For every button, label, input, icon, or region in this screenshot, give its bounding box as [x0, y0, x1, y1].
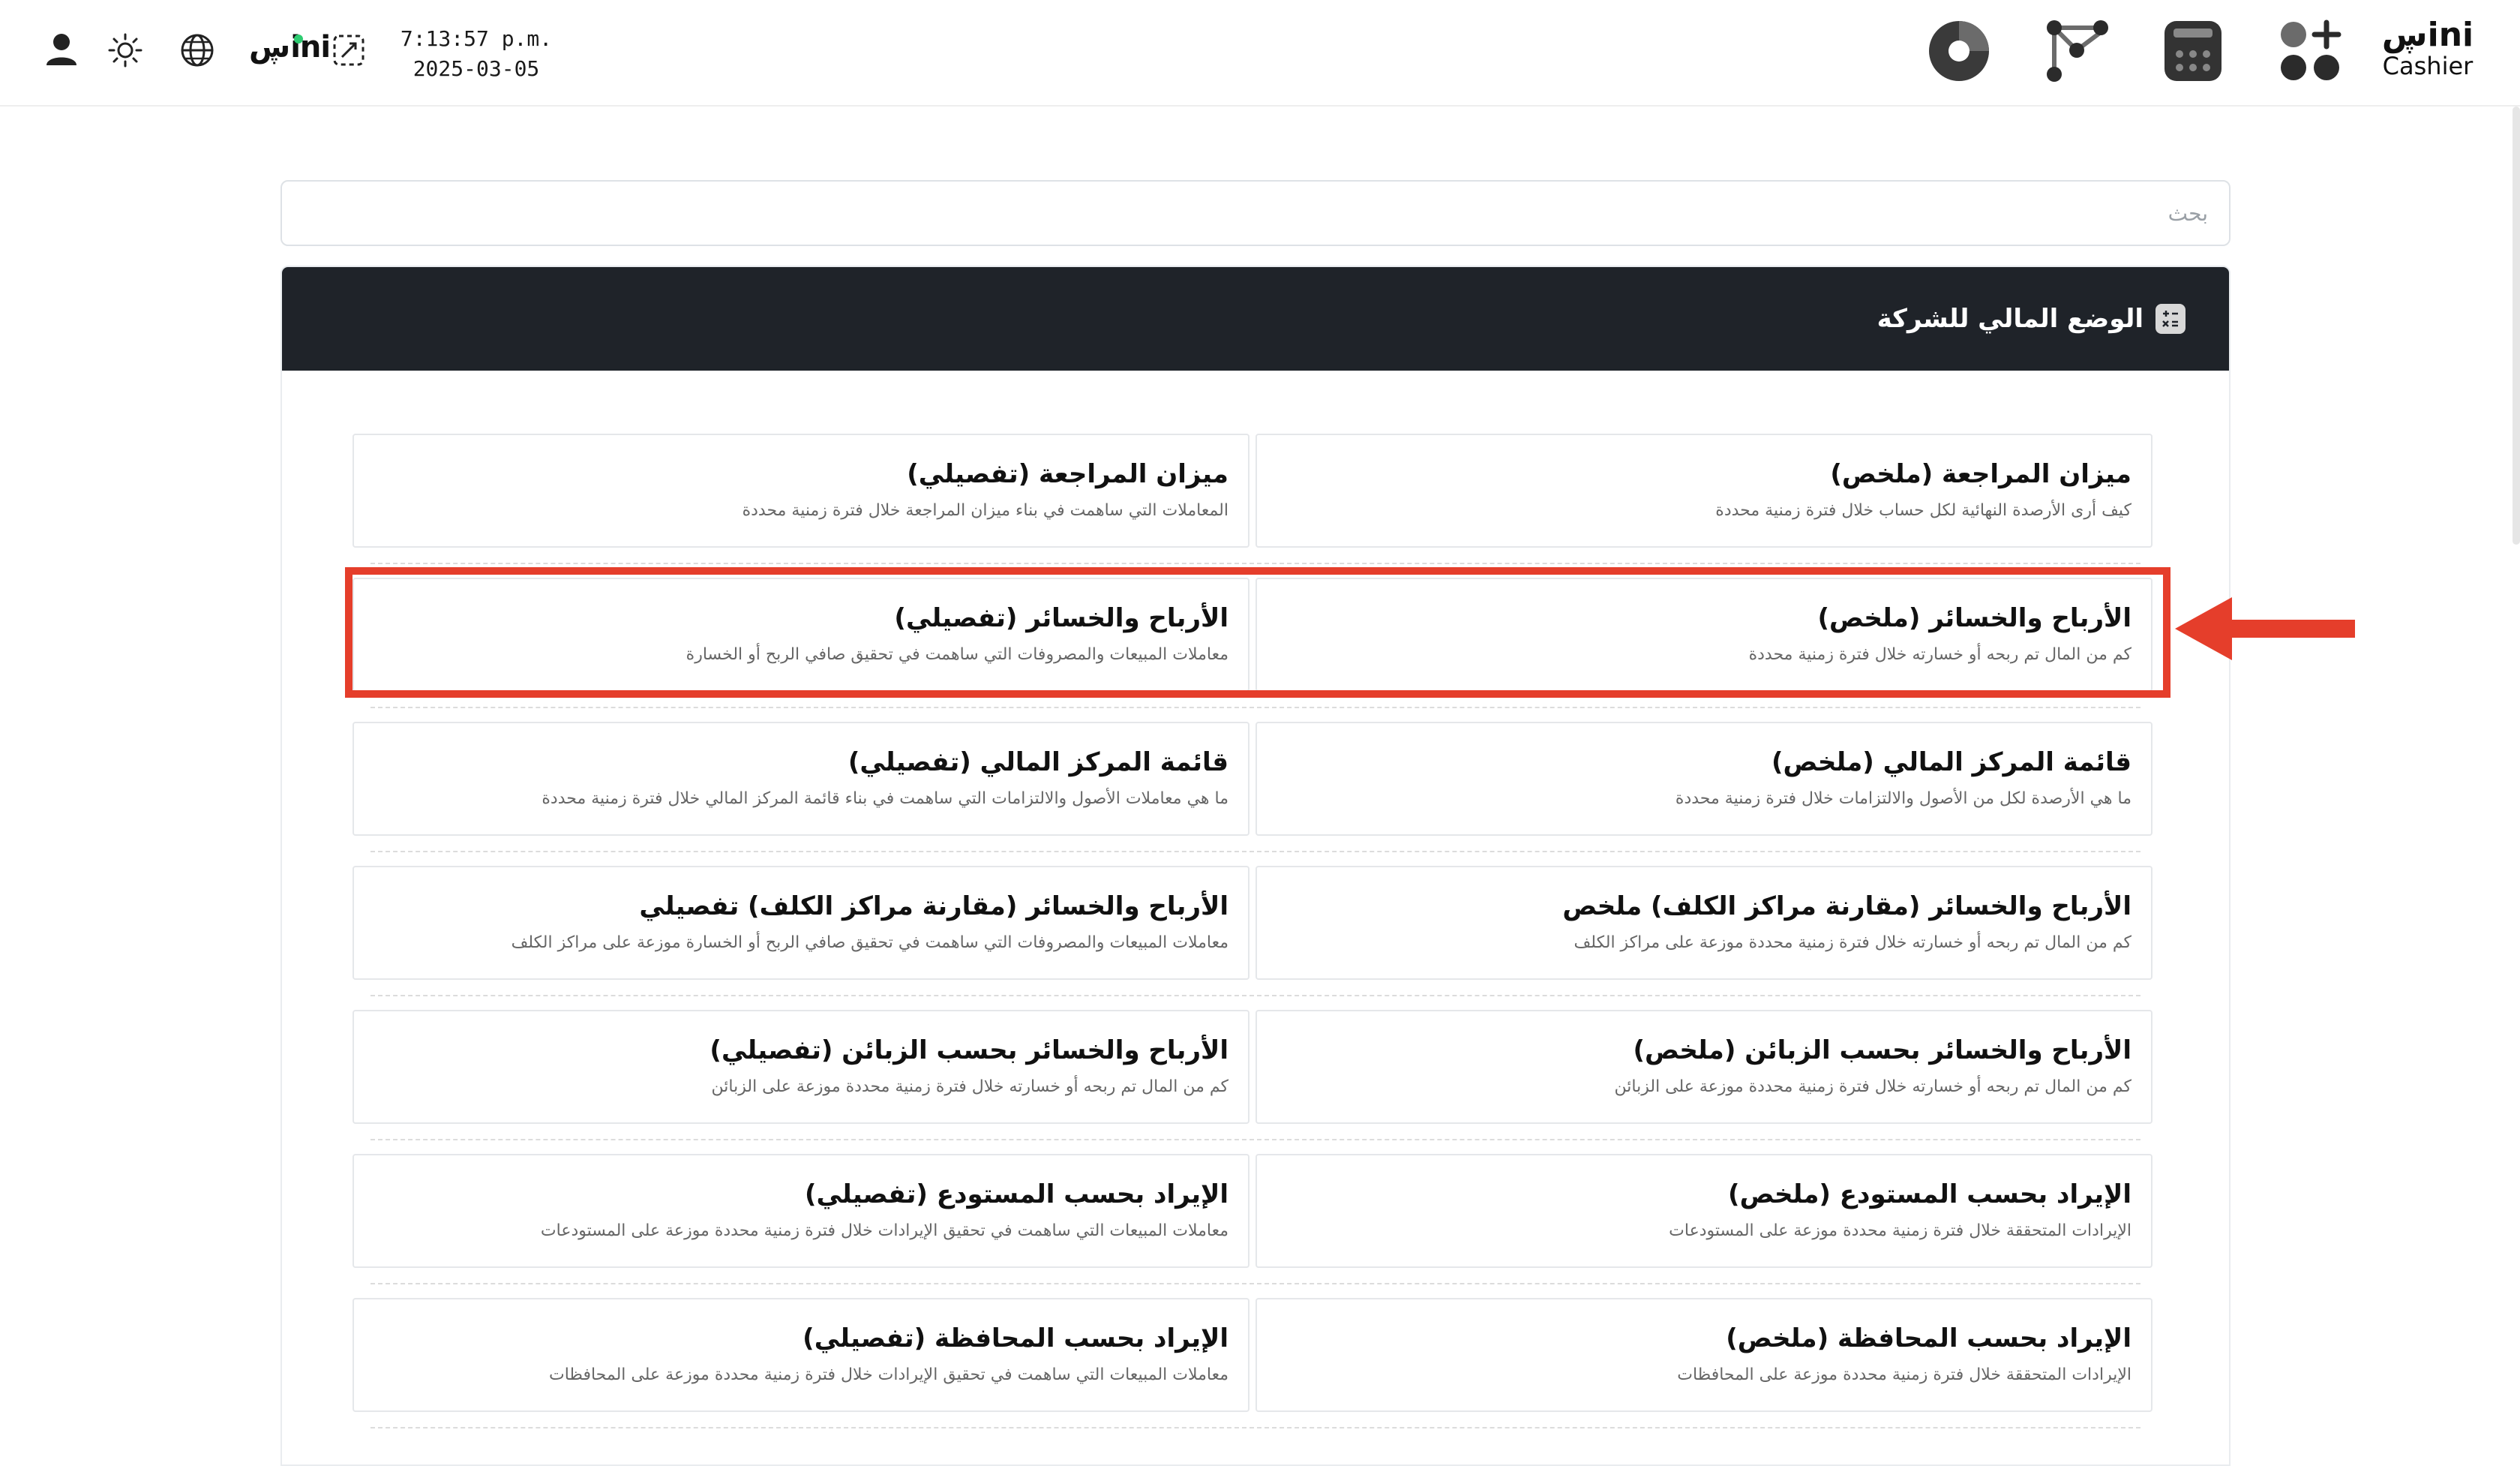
crop-icon[interactable] [330, 32, 368, 69]
report-row: الأرباح والخسائر (ملخص) كم من المال تم ر… [352, 578, 2152, 692]
clock: 7:13:57 p.m. 2025-03-05 [390, 24, 562, 84]
user-icon[interactable] [44, 32, 80, 68]
report-title: الأرباح والخسائر بحسب الزبائن (تفصيلي) [710, 1035, 1228, 1065]
report-row: الأرباح والخسائر (مقارنة مراكز الكلف) مل… [352, 866, 2152, 980]
report-trial-balance-detailed[interactable]: ميزان المراجعة (تفصيلي) المعاملات التي س… [352, 434, 1250, 548]
report-balance-sheet-detailed[interactable]: قائمة المركز المالي (تفصيلي) ما هي معامل… [352, 722, 1250, 836]
report-description: كيف أرى الأرصدة النهائية لكل حساب خلال ف… [1715, 501, 2132, 520]
calculator-icon[interactable] [2160, 18, 2226, 84]
report-description: الإيرادات المتحققة خلال فترة زمنية محددة… [1677, 1365, 2132, 1384]
report-description: كم من المال تم ربحه أو خسارته خلال فترة … [1748, 645, 2132, 664]
report-title: الإيراد بحسب المحافظة (ملخص) [1726, 1323, 2132, 1353]
row-divider [370, 1283, 2140, 1284]
report-description: ما هي معاملات الأصول والالتزامات التي سا… [542, 789, 1228, 808]
arrow-left-icon [2175, 597, 2355, 663]
report-title: قائمة المركز المالي (تفصيلي) [848, 747, 1228, 777]
report-description: كم من المال تم ربحه أو خسارته خلال فترة … [711, 1077, 1228, 1096]
report-row: قائمة المركز المالي (ملخص) ما هي الأرصدة… [352, 722, 2152, 836]
report-cost-centers-detailed[interactable]: الأرباح والخسائر (مقارنة مراكز الكلف) تف… [352, 866, 1250, 980]
report-description: كم من المال تم ربحه أو خسارته خلال فترة … [1614, 1077, 2132, 1096]
report-description: معاملات المبيعات التي ساهمت في تحقيق الإ… [540, 1221, 1228, 1240]
report-title: الإيراد بحسب المستودع (ملخص) [1728, 1179, 2132, 1209]
clock-date: 2025-03-05 [412, 56, 540, 81]
card-header: الوضع المالي للشركة [282, 267, 2229, 371]
report-governorate-summary[interactable]: الإيراد بحسب المحافظة (ملخص) الإيرادات ا… [1256, 1298, 2152, 1412]
row-divider [370, 1427, 2140, 1428]
report-profit-loss-detailed[interactable]: الأرباح والخسائر (تفصيلي) معاملات المبيع… [352, 578, 1250, 692]
report-description: المعاملات التي ساهمت في بناء ميزان المرا… [742, 501, 1228, 520]
scrollbar[interactable] [2512, 107, 2520, 545]
brightness-icon[interactable] [106, 32, 144, 69]
row-divider [370, 1139, 2140, 1140]
report-warehouse-summary[interactable]: الإيراد بحسب المستودع (ملخص) الإيرادات ا… [1256, 1154, 2152, 1268]
card-title: الوضع المالي للشركة [1876, 304, 2144, 334]
report-description: الإيرادات المتحققة خلال فترة زمنية محددة… [1669, 1221, 2132, 1240]
row-divider [370, 563, 2140, 564]
report-title: الأرباح والخسائر (مقارنة مراكز الكلف) تف… [639, 891, 1228, 921]
apps-add-icon[interactable] [2277, 18, 2343, 84]
report-trial-balance-summary[interactable]: ميزان المراجعة (ملخص) كيف أرى الأرصدة ال… [1256, 434, 2152, 548]
report-title: ميزان المراجعة (ملخص) [1830, 459, 2132, 489]
report-title: قائمة المركز المالي (ملخص) [1771, 747, 2132, 777]
report-balance-sheet-summary[interactable]: قائمة المركز المالي (ملخص) ما هي الأرصدة… [1256, 722, 2152, 836]
report-title: الأرباح والخسائر (مقارنة مراكز الكلف) مل… [1562, 891, 2132, 921]
sini-logo[interactable]: ڛini [249, 30, 331, 65]
brand-logo[interactable]: ڛini Cashier [2379, 18, 2476, 80]
report-row: الإيراد بحسب المستودع (ملخص) الإيرادات ا… [352, 1154, 2152, 1268]
brand-name: ڛini [2381, 16, 2474, 54]
row-divider [370, 851, 2140, 852]
top-bar: ڛini 7:13:57 p.m. 2025-03-05 ڛini Cashie… [0, 0, 2520, 107]
report-title: الأرباح والخسائر (ملخص) [1817, 603, 2132, 633]
report-customers-summary[interactable]: الأرباح والخسائر بحسب الزبائن (ملخص) كم … [1256, 1010, 2152, 1124]
report-profit-loss-summary[interactable]: الأرباح والخسائر (ملخص) كم من المال تم ر… [1256, 578, 2152, 692]
report-title: ميزان المراجعة (تفصيلي) [907, 459, 1228, 489]
report-warehouse-detailed[interactable]: الإيراد بحسب المستودع (تفصيلي) معاملات ا… [352, 1154, 1250, 1268]
report-title: الأرباح والخسائر (تفصيلي) [894, 603, 1228, 633]
report-description: ما هي الأرصدة لكل من الأصول والالتزامات … [1675, 789, 2132, 808]
report-customers-detailed[interactable]: الأرباح والخسائر بحسب الزبائن (تفصيلي) ك… [352, 1010, 1250, 1124]
report-description: معاملات المبيعات والمصروفات التي ساهمت ف… [686, 645, 1228, 664]
report-description: معاملات المبيعات التي ساهمت في تحقيق الإ… [549, 1365, 1228, 1384]
report-title: الإيراد بحسب المستودع (تفصيلي) [804, 1179, 1228, 1209]
report-row: ميزان المراجعة (ملخص) كيف أرى الأرصدة ال… [352, 434, 2152, 548]
financial-reports-card: الوضع المالي للشركة ميزان المراجعة (ملخص… [280, 266, 2230, 1466]
row-divider [370, 995, 2140, 996]
network-icon[interactable] [2043, 17, 2110, 84]
globe-icon[interactable] [178, 32, 216, 69]
report-governorate-detailed[interactable]: الإيراد بحسب المحافظة (تفصيلي) معاملات ا… [352, 1298, 1250, 1412]
report-row: الإيراد بحسب المحافظة (ملخص) الإيرادات ا… [352, 1298, 2152, 1412]
report-description: معاملات المبيعات والمصروفات التي ساهمت ف… [511, 933, 1228, 952]
row-divider [370, 707, 2140, 708]
report-title: الإيراد بحسب المحافظة (تفصيلي) [802, 1323, 1228, 1353]
report-title: الأرباح والخسائر بحسب الزبائن (ملخص) [1633, 1035, 2132, 1065]
status-dot [294, 35, 303, 44]
search-bar [280, 180, 2230, 246]
report-cost-centers-summary[interactable]: الأرباح والخسائر (مقارنة مراكز الكلف) مل… [1256, 866, 2152, 980]
search-input[interactable] [280, 180, 2230, 246]
pie-chart-icon[interactable] [1924, 17, 1994, 86]
brand-subtitle: Cashier [2382, 52, 2474, 80]
clock-time: 7:13:57 p.m. [400, 26, 553, 51]
report-row: الأرباح والخسائر بحسب الزبائن (ملخص) كم … [352, 1010, 2152, 1124]
calculator-icon [2156, 304, 2186, 334]
report-description: كم من المال تم ربحه أو خسارته خلال فترة … [1574, 933, 2132, 952]
